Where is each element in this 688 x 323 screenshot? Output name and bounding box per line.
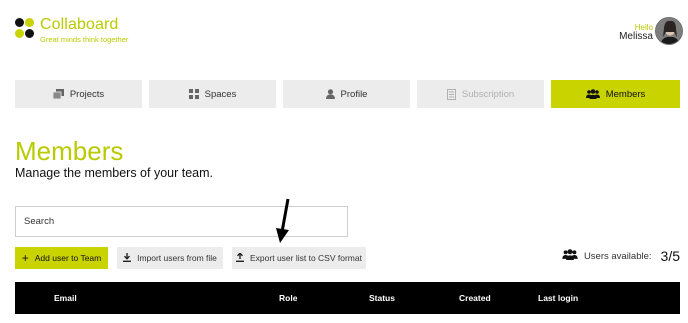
export-users-button[interactable]: Export user list to CSV format	[232, 247, 366, 269]
tab-spaces[interactable]: Spaces	[149, 80, 276, 108]
column-header-email[interactable]: Email	[54, 293, 77, 303]
tab-projects[interactable]: Projects	[15, 80, 142, 108]
tab-label: Spaces	[204, 88, 237, 100]
folder-stack-icon	[52, 89, 64, 99]
tab-members[interactable]: Members	[551, 80, 680, 108]
tab-profile[interactable]: Profile	[283, 80, 410, 108]
group-icon	[562, 249, 578, 263]
page-title: Members	[15, 136, 124, 166]
person-icon	[325, 89, 335, 99]
column-header-last-login[interactable]: Last login	[538, 293, 578, 303]
import-users-label: Import users from file	[137, 253, 217, 263]
brand-name[interactable]: Collaboard	[40, 16, 118, 34]
grid-icon	[188, 89, 199, 99]
users-available: Users available: 3/5	[562, 248, 680, 264]
members-table-header: Email Role Status Created Last login	[15, 282, 680, 314]
users-available-label: Users available:	[583, 250, 652, 262]
tab-label: Members	[605, 88, 646, 100]
search-input[interactable]	[15, 206, 348, 237]
brand-tagline: Great minds think together	[40, 35, 129, 44]
tab-label: Projects	[69, 88, 105, 100]
download-icon	[123, 252, 132, 264]
tab-label: Subscription	[461, 88, 515, 100]
page-subtitle: Manage the members of your team.	[15, 166, 214, 180]
users-available-count: 3/5	[660, 248, 680, 264]
column-header-created[interactable]: Created	[459, 293, 491, 303]
group-icon	[585, 89, 600, 99]
column-header-status[interactable]: Status	[369, 293, 395, 303]
add-user-button[interactable]: + Add user to Team	[15, 247, 108, 269]
avatar[interactable]	[655, 17, 683, 45]
tab-subscription: Subscription	[417, 80, 544, 108]
collaboard-logo-icon[interactable]	[15, 18, 35, 40]
document-icon	[446, 88, 456, 100]
user-name[interactable]: Melissa	[619, 31, 653, 42]
upload-icon	[236, 251, 245, 264]
tab-label: Profile	[340, 88, 368, 100]
column-header-role[interactable]: Role	[279, 293, 297, 303]
import-users-button[interactable]: Import users from file	[117, 247, 223, 269]
annotation-arrow-icon	[276, 198, 290, 243]
export-users-label: Export user list to CSV format	[250, 253, 362, 263]
add-user-label: Add user to Team	[34, 253, 102, 263]
plus-icon: +	[21, 251, 29, 265]
